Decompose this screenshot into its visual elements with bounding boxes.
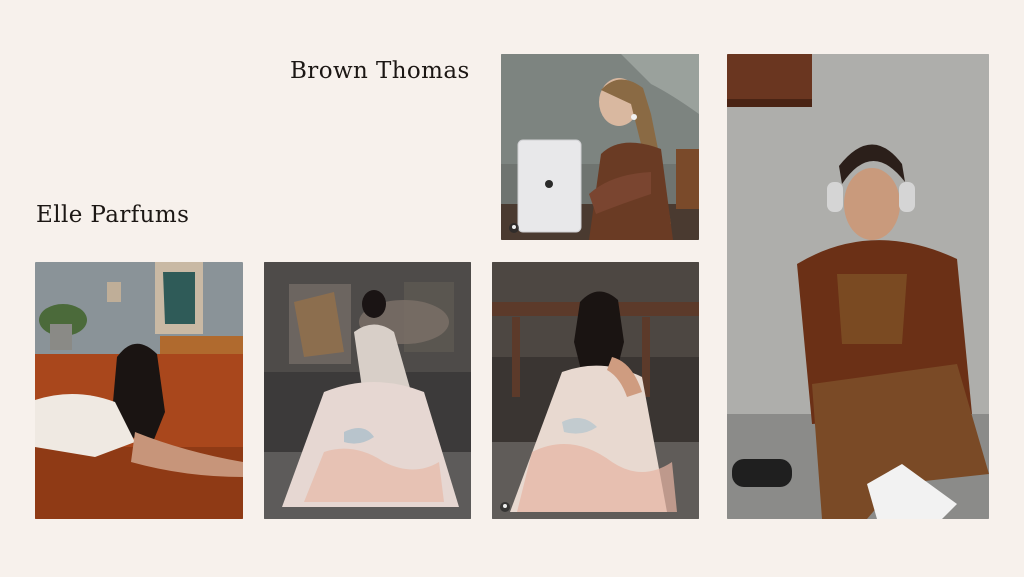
elle-parfums-heading: Elle Parfums bbox=[36, 202, 190, 228]
brown-thomas-heading: Brown Thomas bbox=[290, 58, 470, 84]
woman-tablet-photo bbox=[501, 54, 699, 240]
man-headphones-photo bbox=[727, 54, 989, 519]
user-icon bbox=[509, 223, 519, 233]
woman-dress-back-photo bbox=[264, 262, 471, 519]
user-icon bbox=[500, 502, 510, 512]
woman-dress-crouching-photo bbox=[492, 262, 699, 519]
woman-sofa-photo bbox=[35, 262, 243, 519]
